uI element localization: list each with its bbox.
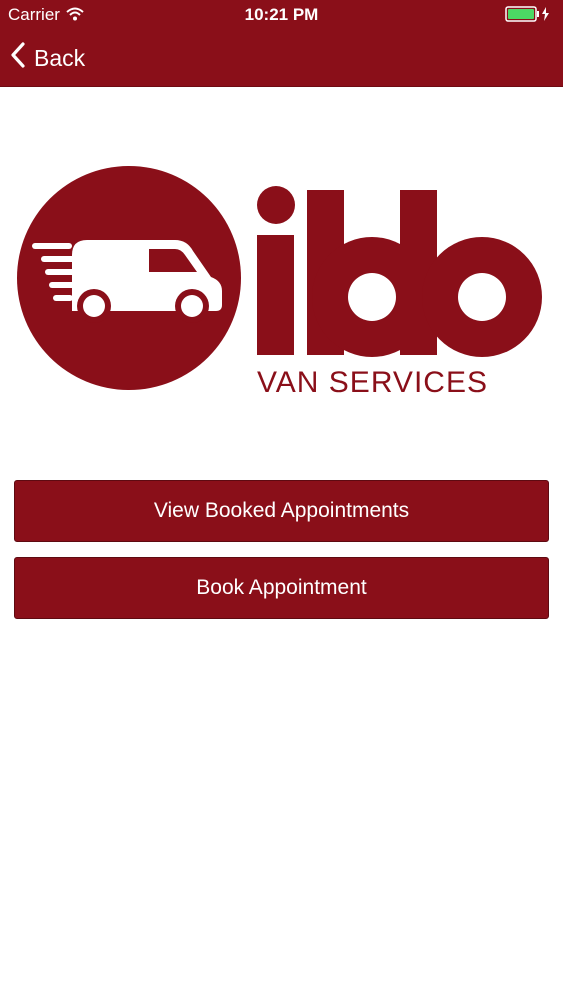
book-appointment-label: Book Appointment: [196, 576, 367, 599]
status-time: 10:21 PM: [244, 5, 319, 24]
logo-tagline: VAN SERVICES: [257, 366, 488, 399]
back-label: Back: [34, 44, 86, 71]
view-booked-appointments-label: View Booked Appointments: [153, 499, 410, 522]
back-button[interactable]: Back: [10, 40, 85, 76]
brand-wordmark: [257, 186, 542, 357]
view-booked-appointments-button[interactable]: View Booked Appointments: [14, 480, 549, 542]
book-appointment-button[interactable]: Book Appointment: [14, 557, 549, 619]
van-icon: [17, 166, 241, 390]
ibb-logo: VAN SERVICES: [17, 165, 547, 400]
chevron-left-icon: [10, 41, 34, 75]
top-bar: Carrier 10:21 PM Back: [0, 0, 563, 87]
battery-charging-icon: [505, 6, 551, 27]
status-bar: Carrier 10:21 PM: [0, 0, 563, 30]
